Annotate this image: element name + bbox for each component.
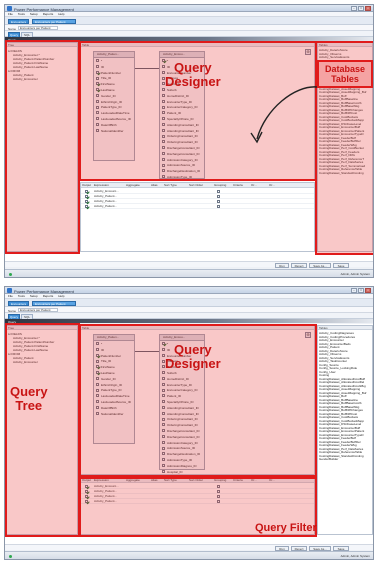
menu-reports[interactable]: Reports — [43, 12, 54, 16]
database-tables-header: Tables — [318, 326, 372, 330]
toolbar-encounters-per-patient-button[interactable]: Encounters per Patient — [32, 18, 76, 24]
table-list-item[interactable]: GenderBuilder — [319, 458, 371, 462]
label-query-filter: Query Filter — [255, 522, 317, 534]
maximize-icon[interactable]: □ — [358, 6, 364, 11]
toolbar-encounters-per-patient-button[interactable]: Encounters per Patient — [32, 300, 76, 306]
close-icon[interactable]: × — [365, 288, 371, 293]
app-icon — [7, 288, 12, 293]
query-name-input[interactable]: Encounters per Patient — [18, 308, 58, 312]
toolbar-encounters-button[interactable]: Encounters — [8, 18, 29, 24]
status-bar: Admin, Admin System — [5, 269, 373, 277]
minimize-icon[interactable]: – — [351, 288, 357, 293]
status-indicator-icon — [9, 554, 12, 558]
highlight-query-tree — [5, 323, 80, 537]
grid-row[interactable]: Activity_Patient... — [81, 204, 314, 209]
label-query-tree: Query Tree — [10, 384, 48, 413]
toolbar-encounters-button[interactable]: Encounters — [8, 300, 29, 306]
save-as-button[interactable]: Save As... — [309, 545, 331, 551]
grid-column-header[interactable]: Criteria — [233, 183, 243, 188]
menu-reports[interactable]: Reports — [43, 294, 54, 298]
query-name-input[interactable]: Encounters per Patient — [18, 26, 58, 30]
toolbar: Encounters Encounters per Patient — [5, 299, 373, 307]
query-grid: Output Expression Aggregate Alias Sort Type S… — [80, 182, 315, 252]
database-tables-list: Activity_CodingDiagnoses Activity_CodingP… — [319, 332, 371, 462]
checkbox-icon[interactable] — [85, 195, 88, 198]
checkbox-icon[interactable] — [85, 200, 88, 203]
toolbar: Encounters Encounters per Patient — [5, 17, 373, 25]
title-bar: Power Performance Management – □ × — [5, 287, 373, 294]
grid-column-header[interactable]: Expression — [94, 183, 109, 188]
query-name-label: Name — [8, 26, 17, 31]
revert-button[interactable]: Revert — [291, 545, 307, 551]
label-query-designer: Query Designer — [165, 60, 221, 89]
grid-column-header[interactable]: Sort Order — [189, 183, 203, 188]
grid-column-header[interactable]: Alias — [151, 183, 158, 188]
menu-help[interactable]: Help — [58, 12, 64, 16]
grid-column-header[interactable]: Grouping — [214, 183, 226, 188]
label-database-tables: Database Tables — [317, 60, 373, 88]
callout-arrow-icon — [250, 86, 318, 144]
menu-file[interactable]: File — [8, 12, 13, 16]
status-user: Admin, Admin System — [340, 554, 370, 558]
menu-file[interactable]: File — [8, 294, 13, 298]
grouping-checkbox-icon[interactable] — [217, 200, 220, 203]
grouping-checkbox-icon[interactable] — [217, 205, 220, 208]
maximize-icon[interactable]: □ — [358, 288, 364, 293]
grid-column-header[interactable]: Sort Type — [164, 183, 177, 188]
menu-setup[interactable]: Setup — [30, 12, 38, 16]
run-button[interactable]: Run — [275, 545, 289, 551]
database-tables-panel: Tables Activity_CodingDiagnoses Activity_… — [317, 325, 373, 535]
window-controls: – □ × — [351, 6, 371, 11]
menu-setup[interactable]: Setup — [30, 294, 38, 298]
action-bar: Run Revert Save As... Save — [5, 261, 373, 268]
query-grid-header: Output Expression Aggregate Alias Sort Type S… — [81, 183, 314, 188]
grouping-checkbox-icon[interactable] — [217, 195, 220, 198]
grouping-checkbox-icon[interactable] — [217, 190, 220, 193]
checkbox-icon[interactable] — [85, 205, 88, 208]
menu-tools[interactable]: Tools — [18, 294, 25, 298]
menu-help[interactable]: Help — [58, 294, 64, 298]
grid-column-header[interactable]: Aggregate — [126, 183, 140, 188]
save-as-button[interactable]: Save As... — [309, 262, 331, 268]
screenshot-bottom: Power Performance Management – □ × File … — [4, 286, 374, 560]
query-name-label: Name — [8, 308, 17, 313]
minimize-icon[interactable]: – — [351, 6, 357, 11]
menu-tools[interactable]: Tools — [18, 12, 25, 16]
status-indicator-icon — [9, 272, 12, 276]
revert-button[interactable]: Revert — [291, 262, 307, 268]
status-bar: Admin, Admin System — [5, 551, 373, 559]
title-bar: Power Performance Management – □ × — [5, 5, 373, 12]
grid-column-header[interactable]: Or... — [269, 183, 275, 188]
label-query-designer: Query Designer — [165, 342, 221, 371]
grid-expression[interactable]: Activity_Patient... — [94, 204, 117, 209]
close-icon[interactable]: × — [365, 6, 371, 11]
save-button[interactable]: Save — [333, 545, 349, 551]
window-controls: – □ × — [351, 288, 371, 293]
window-title: Power Performance Management — [14, 288, 74, 294]
grid-column-header[interactable]: Output — [82, 183, 91, 188]
run-button[interactable]: Run — [275, 262, 289, 268]
save-button[interactable]: Save — [333, 262, 349, 268]
highlight-query-tree — [5, 40, 80, 254]
grid-column-header[interactable]: Or... — [251, 183, 257, 188]
status-user: Admin, Admin System — [340, 272, 370, 276]
window-title: Power Performance Management — [14, 6, 74, 12]
checkbox-icon[interactable] — [85, 190, 88, 193]
screenshot-top: Power Performance Management – □ × File … — [4, 4, 374, 278]
action-bar: Run Revert Save As... Save — [5, 544, 373, 551]
app-icon — [7, 6, 12, 11]
